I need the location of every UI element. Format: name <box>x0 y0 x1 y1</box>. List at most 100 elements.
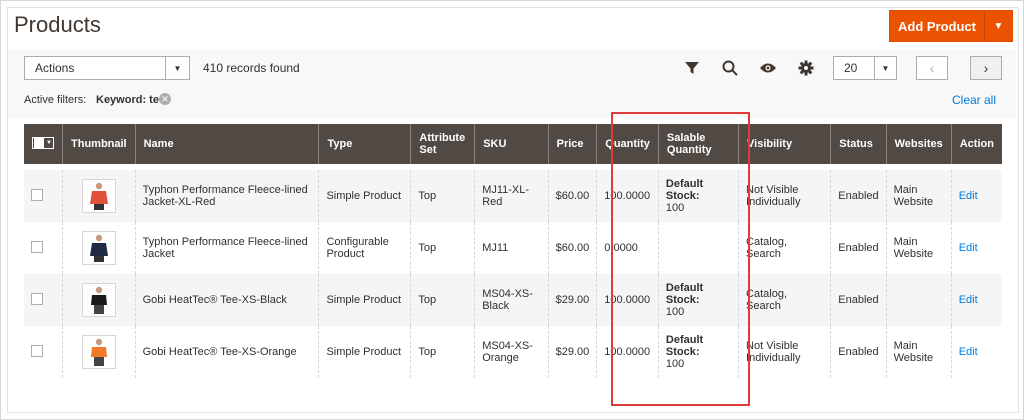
column-header-status[interactable]: Status <box>830 124 887 164</box>
column-header-visibility[interactable]: Visibility <box>738 124 831 164</box>
product-quantity: 100.0000 <box>596 326 659 378</box>
product-sku: MS04-XS-Orange <box>474 326 549 378</box>
actions-dropdown-label: Actions <box>35 61 75 75</box>
product-attribute-set: Top <box>410 274 475 326</box>
column-header-attribute-set[interactable]: Attribute Set <box>410 124 475 164</box>
product-name: Typhon Performance Fleece-lined Jacket <box>134 222 319 274</box>
product-price: $60.00 <box>547 170 597 222</box>
table-row[interactable]: Typhon Performance Fleece-lined Jacket C… <box>24 222 1002 274</box>
product-status: Enabled <box>830 274 887 326</box>
product-sku: MS04-XS-Black <box>474 274 549 326</box>
column-header-name[interactable]: Name <box>134 124 319 164</box>
product-status: Enabled <box>830 326 887 378</box>
table-row[interactable]: Gobi HeatTec® Tee-XS-Black Simple Produc… <box>24 274 1002 326</box>
edit-link[interactable]: Edit <box>959 190 978 202</box>
product-thumbnail[interactable] <box>81 335 116 369</box>
product-attribute-set: Top <box>410 170 475 222</box>
column-header-price[interactable]: Price <box>547 124 597 164</box>
table-row[interactable]: Gobi HeatTec® Tee-XS-Orange Simple Produ… <box>24 326 1002 378</box>
mass-select-checkbox[interactable]: ▼ <box>32 137 54 149</box>
column-header-salable-quantity[interactable]: Salable Quantity <box>657 124 739 164</box>
product-status: Enabled <box>830 170 887 222</box>
product-thumbnail[interactable] <box>81 283 116 317</box>
row-checkbox[interactable] <box>31 292 43 305</box>
row-select-cell <box>24 274 63 326</box>
mass-select-header[interactable]: ▼ <box>24 124 63 164</box>
edit-link[interactable]: Edit <box>959 346 978 358</box>
product-name: Typhon Performance Fleece-lined Jacket-X… <box>134 170 319 222</box>
thumbnail-cell <box>62 326 136 378</box>
actions-dropdown[interactable]: Actions ▼ <box>24 56 190 80</box>
search-icon[interactable] <box>720 58 740 78</box>
product-salable-quantity: Default Stock: 100 <box>657 326 739 378</box>
product-thumbnail[interactable] <box>81 231 116 265</box>
product-visibility: Catalog, Search <box>738 274 831 326</box>
filter-icon[interactable] <box>682 58 702 78</box>
clear-all-filters-link[interactable]: Clear all <box>952 93 996 107</box>
product-sku: MJ11-XL-Red <box>474 170 549 222</box>
product-name: Gobi HeatTec® Tee-XS-Orange <box>134 326 319 378</box>
salable-stock-value: 100 <box>665 202 685 214</box>
add-product-dropdown-toggle[interactable]: ▼ <box>984 11 1012 41</box>
product-quantity: 0.0000 <box>596 222 659 274</box>
column-header-websites[interactable]: Websites <box>885 124 952 164</box>
product-status: Enabled <box>830 222 887 274</box>
column-header-thumbnail[interactable]: Thumbnail <box>62 124 136 164</box>
product-salable-quantity: Default Stock: 100 <box>657 170 739 222</box>
salable-stock-label: Default Stock: <box>665 334 704 358</box>
row-checkbox[interactable] <box>31 344 43 357</box>
product-thumbnail[interactable] <box>81 179 116 213</box>
row-select-cell <box>24 222 63 274</box>
column-header-type[interactable]: Type <box>318 124 411 164</box>
row-select-cell <box>24 326 63 378</box>
row-checkbox[interactable] <box>31 240 43 253</box>
add-product-button[interactable]: Add Product ▼ <box>889 10 1013 42</box>
add-product-label: Add Product <box>898 18 976 34</box>
product-price: $60.00 <box>547 222 597 274</box>
table-row[interactable]: Typhon Performance Fleece-lined Jacket-X… <box>24 170 1002 222</box>
caret-down-icon: ▼ <box>46 140 52 146</box>
product-type: Configurable Product <box>318 222 411 274</box>
product-salable-quantity <box>657 222 739 274</box>
caret-down-icon: ▼ <box>993 20 1004 32</box>
product-websites: Main Website <box>885 170 952 222</box>
product-type: Simple Product <box>318 274 411 326</box>
records-count: 410 records found <box>203 61 300 75</box>
next-page-button[interactable]: › <box>970 56 1002 80</box>
per-page-value: 20 <box>844 61 858 75</box>
row-select-cell <box>24 170 63 222</box>
column-header-sku[interactable]: SKU <box>474 124 549 164</box>
thumbnail-cell <box>62 274 136 326</box>
product-attribute-set: Top <box>410 222 475 274</box>
product-websites <box>885 274 952 326</box>
per-page-select[interactable]: 20 ▼ <box>833 56 897 80</box>
chevron-left-icon: ‹ <box>929 60 935 76</box>
action-cell: Edit <box>950 170 1002 222</box>
row-checkbox[interactable] <box>31 188 43 201</box>
caret-down-icon: ▼ <box>165 57 189 79</box>
chevron-right-icon: › <box>983 60 989 76</box>
action-cell: Edit <box>950 222 1002 274</box>
product-sku: MJ11 <box>474 222 549 274</box>
product-websites: Main Website <box>885 222 952 274</box>
salable-stock-label: Default Stock: <box>665 282 704 306</box>
gear-icon[interactable] <box>796 58 816 78</box>
product-price: $29.00 <box>547 274 597 326</box>
previous-page-button[interactable]: ‹ <box>916 56 948 80</box>
product-visibility: Not Visible Individually <box>738 170 831 222</box>
column-header-quantity[interactable]: Quantity <box>596 124 659 164</box>
products-grid: ▼ Thumbnail Name Type Attribute Set SKU … <box>24 124 1002 378</box>
product-type: Simple Product <box>318 170 411 222</box>
salable-stock-value: 100 <box>665 358 685 370</box>
product-type: Simple Product <box>318 326 411 378</box>
eye-icon[interactable] <box>758 58 778 78</box>
thumbnail-cell <box>62 170 136 222</box>
product-salable-quantity: Default Stock: 100 <box>657 274 739 326</box>
grid-header-row: ▼ Thumbnail Name Type Attribute Set SKU … <box>24 124 1002 164</box>
remove-filter-icon[interactable]: ✕ <box>159 93 171 105</box>
edit-link[interactable]: Edit <box>959 294 978 306</box>
edit-link[interactable]: Edit <box>959 242 978 254</box>
product-attribute-set: Top <box>410 326 475 378</box>
column-header-action: Action <box>950 124 1002 164</box>
product-websites: Main Website <box>885 326 952 378</box>
